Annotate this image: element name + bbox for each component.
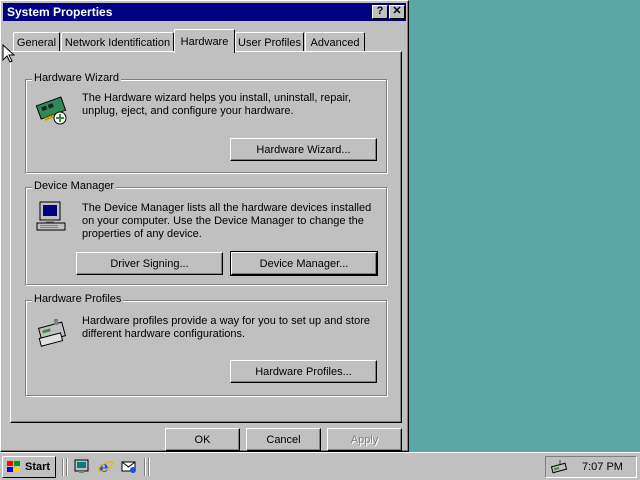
hardware-profiles-group: Hardware Profiles Hardware profiles prov… bbox=[25, 293, 387, 396]
hardware-wizard-title: Hardware Wizard bbox=[32, 72, 121, 84]
device-manager-desc-line2: on your computer. Use the Device Manager… bbox=[82, 215, 364, 227]
hardware-profiles-button[interactable]: Hardware Profiles... bbox=[230, 360, 377, 383]
computer-icon bbox=[36, 201, 66, 231]
help-button[interactable]: ? bbox=[372, 5, 388, 19]
hardware-wizard-button[interactable]: Hardware Wizard... bbox=[230, 138, 377, 161]
cancel-button[interactable]: Cancel bbox=[246, 428, 321, 451]
hardware-profiles-title: Hardware Profiles bbox=[32, 293, 124, 305]
device-manager-desc-line3: properties of any device. bbox=[82, 228, 202, 240]
desktop-icon[interactable] bbox=[73, 458, 90, 475]
device-manager-title: Device Manager bbox=[32, 180, 117, 192]
outlook-express-icon[interactable] bbox=[120, 458, 137, 475]
hardware-tray-icon[interactable] bbox=[550, 459, 568, 475]
system-properties-window: System Properties ? ✕ General Network Id… bbox=[0, 0, 409, 452]
clock[interactable]: 7:07 PM bbox=[582, 461, 623, 473]
tab-network-identification[interactable]: Network Identification bbox=[61, 32, 174, 52]
start-label: Start bbox=[25, 461, 51, 473]
taskbar: Start e 7:07 PM bbox=[0, 452, 640, 480]
windows-logo-icon bbox=[7, 461, 20, 472]
tab-hardware[interactable]: Hardware bbox=[174, 29, 235, 53]
system-tray: 7:07 PM bbox=[545, 456, 637, 478]
mouse-cursor-icon bbox=[2, 44, 15, 63]
tab-user-profiles[interactable]: User Profiles bbox=[235, 32, 304, 52]
title-bar[interactable]: System Properties ? ✕ bbox=[3, 3, 406, 21]
tab-advanced[interactable]: Advanced bbox=[305, 32, 365, 52]
device-manager-desc-line1: The Device Manager lists all the hardwar… bbox=[82, 202, 372, 214]
apply-button[interactable]: Apply bbox=[327, 428, 402, 451]
taskbar-separator bbox=[144, 458, 146, 476]
hardware-profiles-desc-line2: different hardware configurations. bbox=[82, 328, 246, 340]
tab-panel-hardware: Hardware Wizard The Hardware wizard help… bbox=[10, 51, 402, 423]
window-title: System Properties bbox=[7, 5, 113, 19]
taskbar-separator bbox=[66, 458, 68, 476]
hardware-wizard-icon bbox=[35, 96, 67, 125]
hardware-wizard-group: Hardware Wizard The Hardware wizard help… bbox=[25, 72, 387, 173]
taskbar-separator bbox=[62, 458, 64, 476]
hardware-profiles-desc-line1: Hardware profiles provide a way for you … bbox=[82, 315, 370, 327]
driver-signing-button[interactable]: Driver Signing... bbox=[76, 252, 223, 275]
close-button[interactable]: ✕ bbox=[389, 5, 405, 19]
internet-explorer-icon[interactable]: e bbox=[97, 458, 114, 475]
tab-general[interactable]: General bbox=[13, 32, 60, 52]
start-button[interactable]: Start bbox=[2, 456, 56, 478]
hardware-profiles-icon bbox=[37, 319, 67, 347]
device-manager-button[interactable]: Device Manager... bbox=[230, 251, 378, 276]
hardware-wizard-desc-line2: unplug, eject, and configure your hardwa… bbox=[82, 105, 294, 117]
ok-button[interactable]: OK bbox=[165, 428, 240, 451]
hardware-wizard-desc-line1: The Hardware wizard helps you install, u… bbox=[82, 92, 352, 104]
device-manager-group: Device Manager The Device Manager lists … bbox=[25, 180, 387, 285]
taskbar-separator bbox=[148, 458, 150, 476]
